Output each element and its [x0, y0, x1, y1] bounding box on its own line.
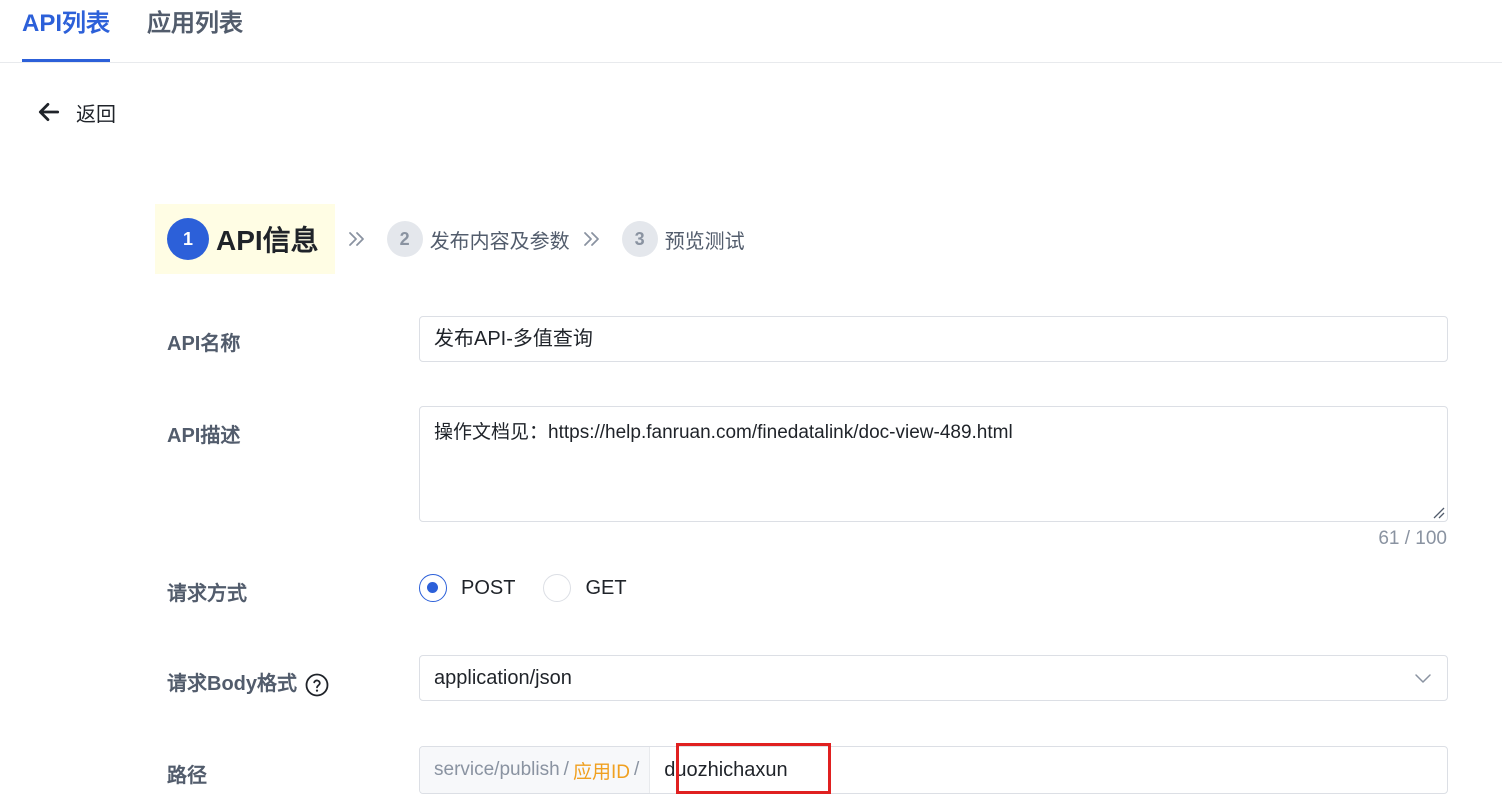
path-separator: /: [633, 759, 640, 780]
radio-label: POST: [461, 576, 516, 599]
body-format-label-text: 请求Body格式: [167, 673, 297, 695]
chevron-down-icon: [1415, 674, 1431, 683]
double-chevron-right-icon: [580, 227, 604, 251]
radio-post[interactable]: POST: [419, 574, 515, 602]
path-prefix: service/publish / 应用ID /: [420, 747, 651, 793]
radio-unchecked-icon: [543, 574, 572, 602]
body-format-label: 请求Body格式: [167, 667, 329, 697]
body-format-value: application/json: [434, 667, 572, 689]
back-label: 返回: [76, 103, 116, 126]
resize-handle-icon[interactable]: [1431, 505, 1445, 519]
path-app-id: 应用ID: [572, 761, 630, 783]
tab-app-list[interactable]: 应用列表: [147, 8, 243, 63]
api-name-input[interactable]: 发布API-多值查询: [419, 316, 1448, 362]
radio-checked-icon: [419, 574, 447, 602]
api-name-label: API名称: [167, 333, 241, 355]
path-field: service/publish / 应用ID / duozhichaxun: [419, 746, 1448, 794]
step-publish-content[interactable]: 2 发布内容及参数: [386, 204, 570, 274]
method-label: 请求方式: [167, 583, 247, 605]
active-tab-indicator: [22, 59, 110, 62]
path-input[interactable]: duozhichaxun: [650, 747, 1447, 793]
step-label: 预览测试: [664, 230, 745, 253]
body-format-select[interactable]: application/json: [419, 655, 1448, 701]
char-counter: 61 / 100: [1378, 528, 1447, 549]
top-tabs: API列表 应用列表: [0, 0, 1502, 63]
step-number: 3: [621, 221, 658, 257]
path-input-value: duozhichaxun: [664, 758, 788, 781]
radio-label: GET: [585, 576, 627, 599]
api-desc-value: 操作文档见：https://help.fanruan.com/finedatal…: [434, 422, 1013, 443]
api-desc-textarea[interactable]: 操作文档见：https://help.fanruan.com/finedatal…: [419, 406, 1448, 522]
arrow-left-icon: [38, 103, 60, 121]
step-api-info[interactable]: 1 API信息: [155, 204, 335, 274]
api-desc-label: API描述: [167, 425, 241, 447]
method-radio-group: POST GET: [419, 573, 655, 603]
step-number: 2: [386, 221, 423, 257]
step-label: 发布内容及参数: [429, 230, 570, 253]
step-indicator: 1 API信息 2 发布内容及参数 3 预览测试: [155, 204, 745, 274]
help-icon[interactable]: [305, 673, 329, 697]
step-label: API信息: [216, 225, 319, 256]
tab-api-list[interactable]: API列表: [22, 8, 110, 63]
path-prefix-service: service/publish: [434, 759, 560, 780]
double-chevron-right-icon: [345, 227, 369, 251]
path-label: 路径: [167, 765, 207, 787]
back-button[interactable]: 返回: [36, 96, 116, 128]
step-number: 1: [167, 218, 209, 260]
path-separator: /: [563, 759, 569, 780]
radio-get[interactable]: GET: [543, 574, 627, 602]
step-preview-test[interactable]: 3 预览测试: [621, 204, 745, 274]
